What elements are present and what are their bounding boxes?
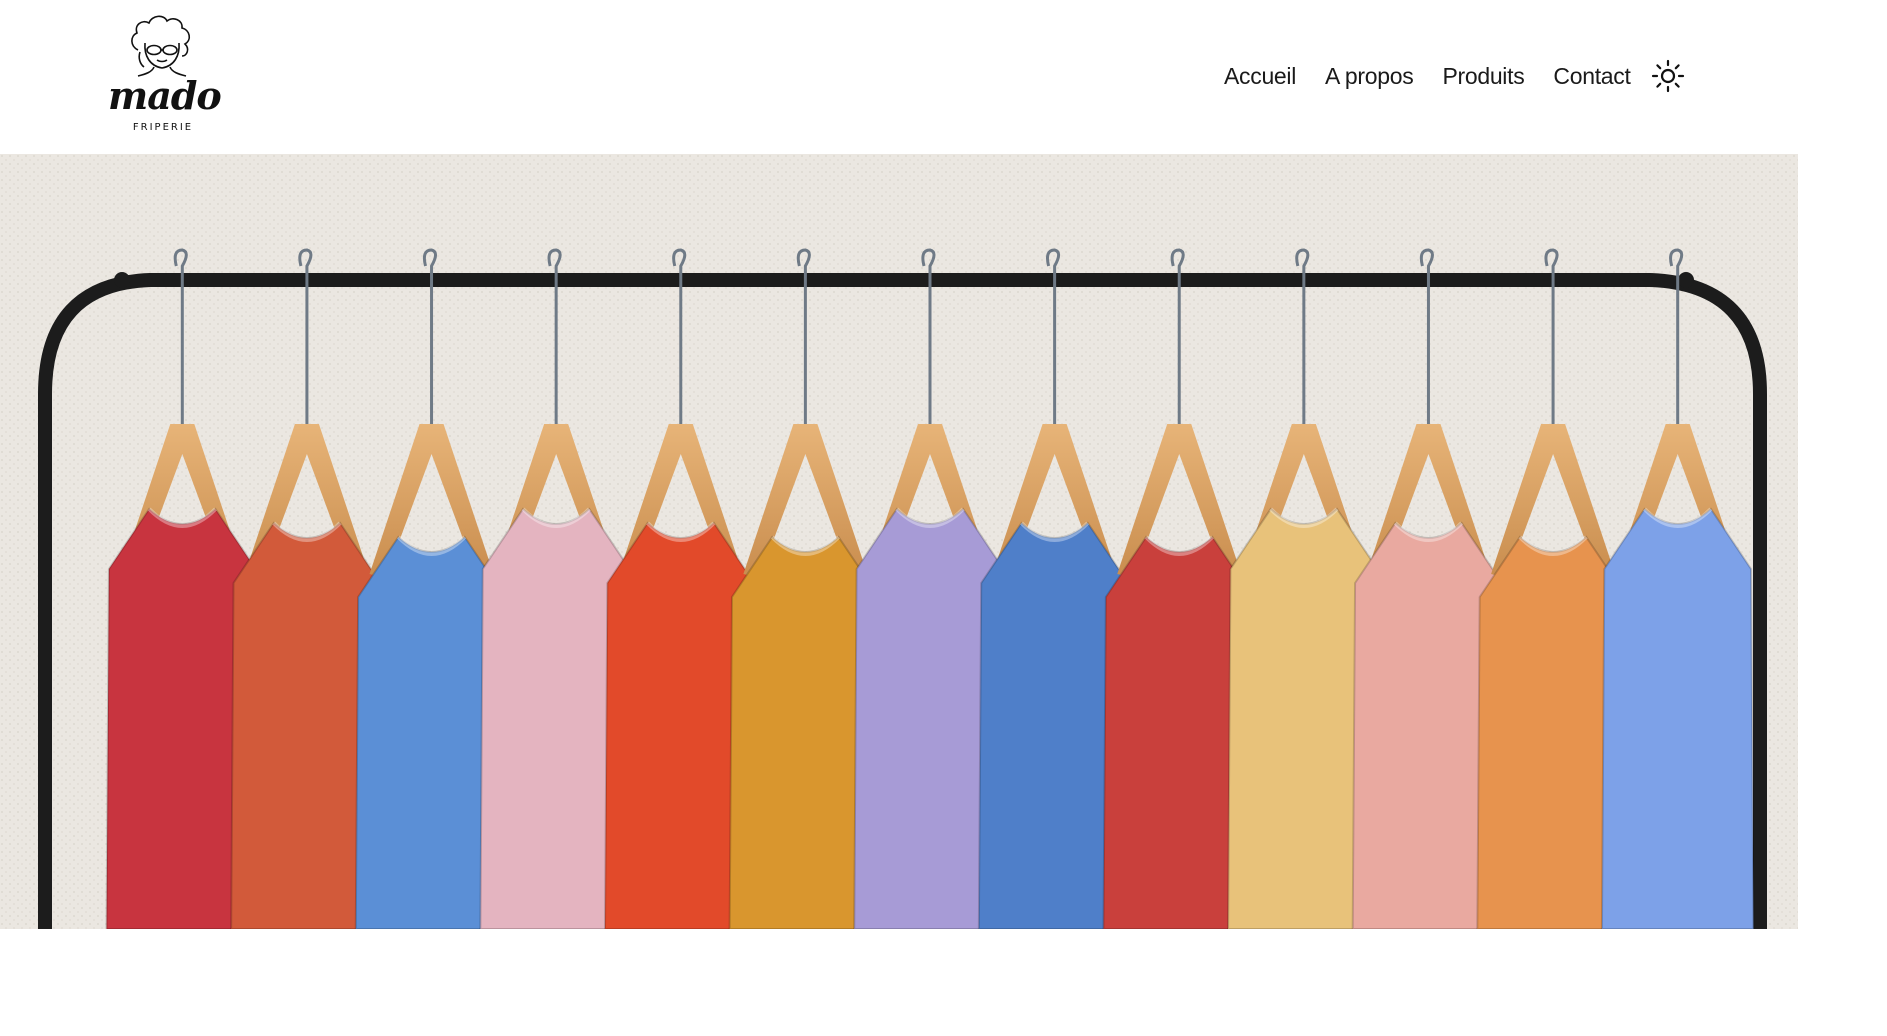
site-header: mado FRIPERIE Accueil A propos Produits …: [0, 0, 1887, 154]
nav-link-produits[interactable]: Produits: [1442, 63, 1524, 90]
clothing-rack-photo: [0, 154, 1798, 929]
hero-image: [0, 154, 1798, 929]
nav-link-a-propos[interactable]: A propos: [1325, 63, 1414, 90]
garment: [1600, 507, 1755, 929]
nav-link-accueil[interactable]: Accueil: [1224, 63, 1296, 90]
nav-link-contact[interactable]: Contact: [1553, 63, 1630, 90]
brand-tagline: FRIPERIE: [132, 122, 194, 133]
brand-logo[interactable]: mado FRIPERIE: [104, 10, 222, 133]
theme-toggle-button[interactable]: [1650, 58, 1686, 94]
brand-name: mado: [108, 73, 222, 118]
main-nav: Accueil A propos Produits Contact: [1224, 59, 1660, 93]
sun-icon: [1651, 59, 1685, 93]
grandmother-face-icon: [131, 15, 191, 77]
